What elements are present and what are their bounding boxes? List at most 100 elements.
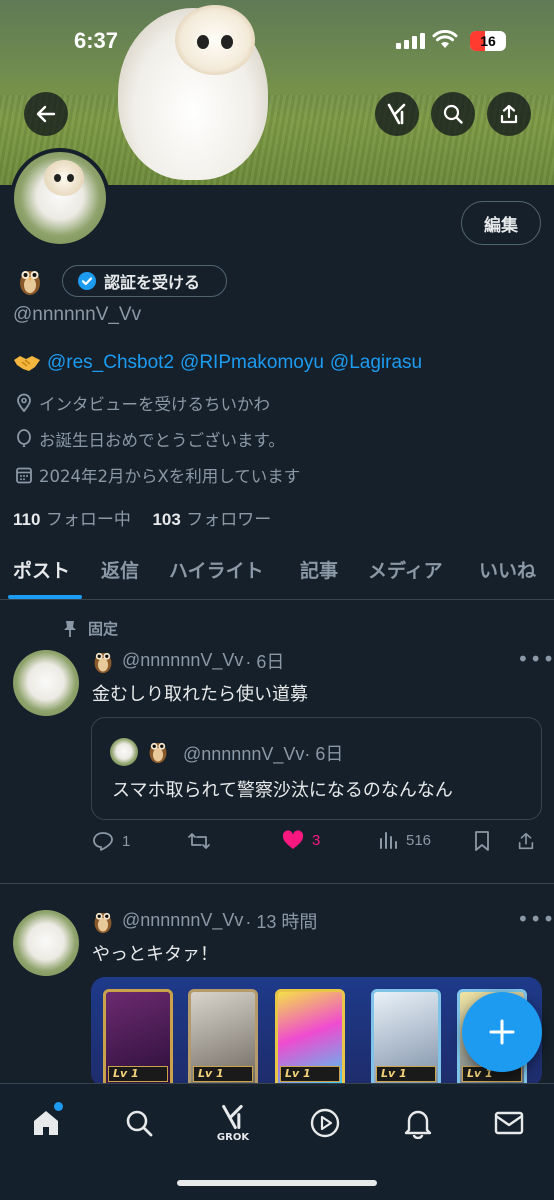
post-time: · 13 時間 <box>245 911 318 932</box>
bookmark-button[interactable] <box>472 830 492 852</box>
share-icon <box>518 832 534 850</box>
grok-icon <box>387 103 406 125</box>
post-more-button[interactable]: ••• <box>517 647 554 671</box>
quoted-post[interactable]: @nnnnnnV_Vv· 6日 スマホ取られて警察沙汰になるのなんなん <box>91 717 542 820</box>
post-header: @nnnnnnV_Vv · 13 時間 <box>92 907 317 934</box>
tab-highlights[interactable]: ハイライト <box>169 556 264 583</box>
battery-level: 16 <box>480 33 496 49</box>
tab-articles[interactable]: 記事 <box>300 556 338 583</box>
bio-mention-3[interactable]: @Lagirasu <box>330 352 422 374</box>
edit-profile-button[interactable]: 編集 <box>461 201 541 245</box>
nav-notifications[interactable] <box>395 1100 441 1146</box>
repost-icon <box>188 833 210 849</box>
get-verified-button[interactable]: 認証を受ける <box>62 265 227 297</box>
character-card: Lv 1 <box>103 989 173 1087</box>
post-avatar[interactable] <box>13 650 79 716</box>
post-handle[interactable]: @nnnnnnV_Vv <box>122 910 243 931</box>
home-icon <box>34 1111 58 1135</box>
profile-joined: 2024年2月からXを利用しています <box>15 463 300 487</box>
profile-avatar[interactable] <box>10 148 110 248</box>
character-card: Lv 1 <box>371 989 441 1087</box>
grok-button[interactable] <box>375 92 419 136</box>
active-tab-indicator <box>8 595 82 599</box>
reply-count: 1 <box>122 832 131 850</box>
status-time: 6:37 <box>74 28 119 53</box>
verify-label: 認証を受ける <box>104 273 201 292</box>
joined-text: 2024年2月からXを利用しています <box>39 467 301 486</box>
search-icon <box>443 104 463 124</box>
views-button[interactable]: 516 <box>378 830 431 850</box>
birthday-text: お誕生日おめでとうございます。 <box>39 431 285 450</box>
status-bar: 6:37 16 <box>0 0 554 80</box>
followers-label: フォロワー <box>186 510 272 530</box>
profile-tabs: ポスト 返信 ハイライト 記事 メディア いいね <box>0 548 554 600</box>
nav-search[interactable] <box>116 1100 162 1146</box>
nav-messages[interactable] <box>486 1100 532 1146</box>
tab-media[interactable]: メディア <box>368 556 443 583</box>
card-level: Lv 1 <box>108 1066 168 1082</box>
location-pin-icon <box>17 393 31 413</box>
nav-grok[interactable]: GROK <box>210 1100 256 1146</box>
mail-icon <box>494 1111 524 1135</box>
search-icon <box>126 1110 153 1137</box>
quote-header: @nnnnnnV_Vv· 6日 <box>183 740 343 766</box>
post-share-button[interactable] <box>516 830 536 852</box>
nav-home[interactable] <box>23 1100 69 1146</box>
owl-emoji-icon <box>94 652 112 674</box>
views-chart-icon <box>380 832 397 849</box>
post-time: · 6日 <box>245 651 285 672</box>
repost-button[interactable] <box>187 830 211 852</box>
profile-handle: @nnnnnnV_Vv <box>13 304 142 325</box>
followers-link[interactable]: 103 フォロワー <box>152 510 271 530</box>
share-icon <box>500 104 518 124</box>
post-text: 金むしり取れたら使い道募 <box>92 684 308 705</box>
calendar-icon <box>16 467 32 484</box>
play-circle-icon <box>310 1108 340 1138</box>
tab-posts[interactable]: ポスト <box>13 556 70 583</box>
quote-text: スマホ取られて警察沙汰になるのなんなん <box>112 780 453 801</box>
card-level: Lv 1 <box>280 1066 340 1082</box>
bookmark-icon <box>475 831 489 851</box>
post-divider <box>0 883 554 884</box>
balloon-icon <box>17 429 31 447</box>
home-indicator <box>177 1180 377 1186</box>
arrow-left-icon <box>36 105 56 123</box>
bio-mention-2[interactable]: @RIPmakomoyu <box>180 352 324 374</box>
battery-icon: 16 <box>470 31 506 51</box>
following-link[interactable]: 110 フォロー中 <box>13 510 131 530</box>
tab-likes[interactable]: いいね <box>479 556 536 583</box>
followers-count: 103 <box>152 510 181 529</box>
following-count: 110 <box>13 510 41 529</box>
owl-emoji-icon <box>94 912 112 934</box>
search-button[interactable] <box>431 92 475 136</box>
post-header: @nnnnnnV_Vv · 6日 <box>92 647 284 674</box>
verified-badge-icon <box>78 272 96 290</box>
pin-icon <box>64 620 76 637</box>
tab-replies[interactable]: 返信 <box>101 556 139 583</box>
profile-location: インタビューを受けるちいかわ <box>15 391 270 415</box>
plus-icon <box>489 1019 515 1045</box>
location-text: インタビューを受けるちいかわ <box>39 395 270 414</box>
bio-mention-1[interactable]: @res_Chsbot2 <box>47 352 174 374</box>
share-button[interactable] <box>487 92 531 136</box>
post-avatar[interactable] <box>13 910 79 976</box>
card-level: Lv 1 <box>376 1066 436 1082</box>
back-button[interactable] <box>24 92 68 136</box>
post-more-button[interactable]: ••• <box>517 907 554 931</box>
character-card: Lv 1 <box>275 989 345 1087</box>
compose-post-button[interactable] <box>462 992 542 1072</box>
owl-emoji-icon <box>20 271 40 295</box>
reply-button[interactable]: 1 <box>92 830 130 852</box>
post-handle[interactable]: @nnnnnnV_Vv <box>122 650 243 671</box>
nav-video[interactable] <box>302 1100 348 1146</box>
grok-label: GROK <box>216 1132 250 1143</box>
follow-stats: 110 フォロー中 103 フォロワー <box>13 505 271 530</box>
reply-icon <box>93 832 113 851</box>
quote-avatar <box>110 738 138 766</box>
handshake-icon <box>14 356 40 371</box>
pinned-label: 固定 <box>88 620 119 638</box>
like-button[interactable]: 3 <box>282 830 320 850</box>
post-text: やっとキタァ！ <box>92 944 218 965</box>
cellular-signal-icon <box>396 33 425 49</box>
quote-handle: @nnnnnnV_Vv <box>183 744 305 764</box>
